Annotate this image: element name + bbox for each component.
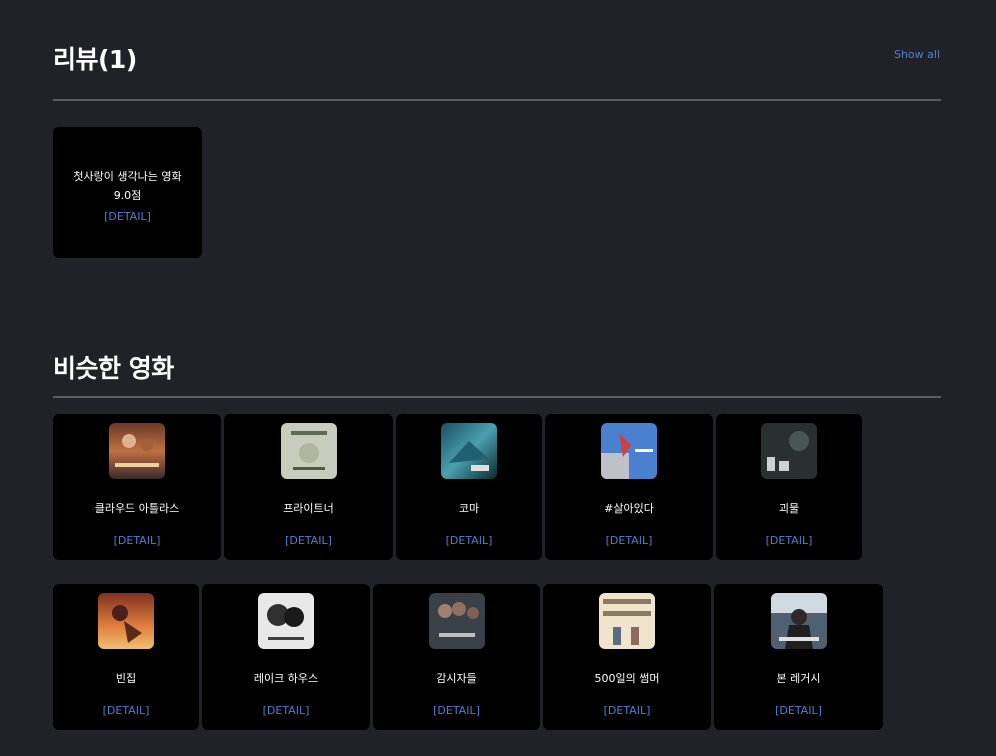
movie-title: 감시자들 xyxy=(436,672,477,685)
movie-title: 레이크 하우스 xyxy=(253,672,319,685)
movie-poster-icon[interactable] xyxy=(441,423,497,479)
movie-card-coma[interactable]: 코마 [DETAIL] xyxy=(396,414,542,560)
review-detail-link[interactable]: [DETAIL] xyxy=(104,210,151,223)
movie-title: 코마 xyxy=(458,502,480,515)
movie-detail-link[interactable]: [DETAIL] xyxy=(545,534,713,547)
movie-poster-icon[interactable] xyxy=(428,593,485,649)
movie-detail-link[interactable]: [DETAIL] xyxy=(53,704,199,717)
movie-detail-link[interactable]: [DETAIL] xyxy=(202,704,370,717)
movie-card-cold-eyes[interactable]: 감시자들 [DETAIL] xyxy=(373,584,540,730)
movie-title: #살아있다 xyxy=(604,502,654,515)
show-all-link[interactable]: Show all xyxy=(894,48,940,61)
movie-detail-link[interactable]: [DETAIL] xyxy=(543,704,711,717)
movie-poster-icon[interactable] xyxy=(280,423,337,479)
movie-card-bourne-legacy[interactable]: 본 레거시 [DETAIL] xyxy=(714,584,883,730)
movie-card-the-host[interactable]: 괴물 [DETAIL] xyxy=(716,414,862,560)
reviews-divider xyxy=(53,99,941,101)
movie-detail-link[interactable]: [DETAIL] xyxy=(396,534,542,547)
movie-card-alive[interactable]: #살아있다 [DETAIL] xyxy=(545,414,713,560)
movie-detail-link[interactable]: [DETAIL] xyxy=(373,704,540,717)
movie-poster-icon[interactable] xyxy=(761,423,817,479)
movie-poster-icon[interactable] xyxy=(109,423,165,479)
movie-card-lake-house[interactable]: 레이크 하우스 [DETAIL] xyxy=(202,584,370,730)
movie-detail-link[interactable]: [DETAIL] xyxy=(714,704,883,717)
movie-poster-icon[interactable] xyxy=(601,423,657,479)
review-card[interactable]: 첫사랑이 생각나는 영화 9.0점 [DETAIL] xyxy=(53,127,202,258)
movie-title: 본 레거시 xyxy=(776,672,821,685)
movie-poster-icon[interactable] xyxy=(599,593,655,649)
review-score: 9.0점 xyxy=(113,189,142,202)
movie-title: 괴물 xyxy=(778,502,800,515)
movie-card-cloud-atlas[interactable]: 클라우드 아틀라스 [DETAIL] xyxy=(53,414,221,560)
movie-card-500-days[interactable]: 500일의 썸머 [DETAIL] xyxy=(543,584,711,730)
reviews-heading: 리뷰(1) xyxy=(53,45,137,74)
movie-card-3-iron[interactable]: 빈집 [DETAIL] xyxy=(53,584,199,730)
movie-poster-icon[interactable] xyxy=(770,593,827,649)
movie-card-frightener[interactable]: 프라이트너 [DETAIL] xyxy=(224,414,393,560)
movie-poster-icon[interactable] xyxy=(258,593,314,649)
review-title: 첫사랑이 생각나는 영화 xyxy=(73,170,182,183)
movie-title: 500일의 썸머 xyxy=(594,672,660,685)
movie-title: 빈집 xyxy=(115,672,137,685)
similar-heading: 비슷한 영화 xyxy=(53,354,174,383)
movie-detail-link[interactable]: [DETAIL] xyxy=(716,534,862,547)
movie-poster-icon[interactable] xyxy=(98,593,154,649)
movie-detail-link[interactable]: [DETAIL] xyxy=(224,534,393,547)
movie-detail-link[interactable]: [DETAIL] xyxy=(53,534,221,547)
movie-title: 클라우드 아틀라스 xyxy=(94,502,180,515)
similar-divider xyxy=(53,396,941,398)
movie-title: 프라이트너 xyxy=(283,502,334,515)
